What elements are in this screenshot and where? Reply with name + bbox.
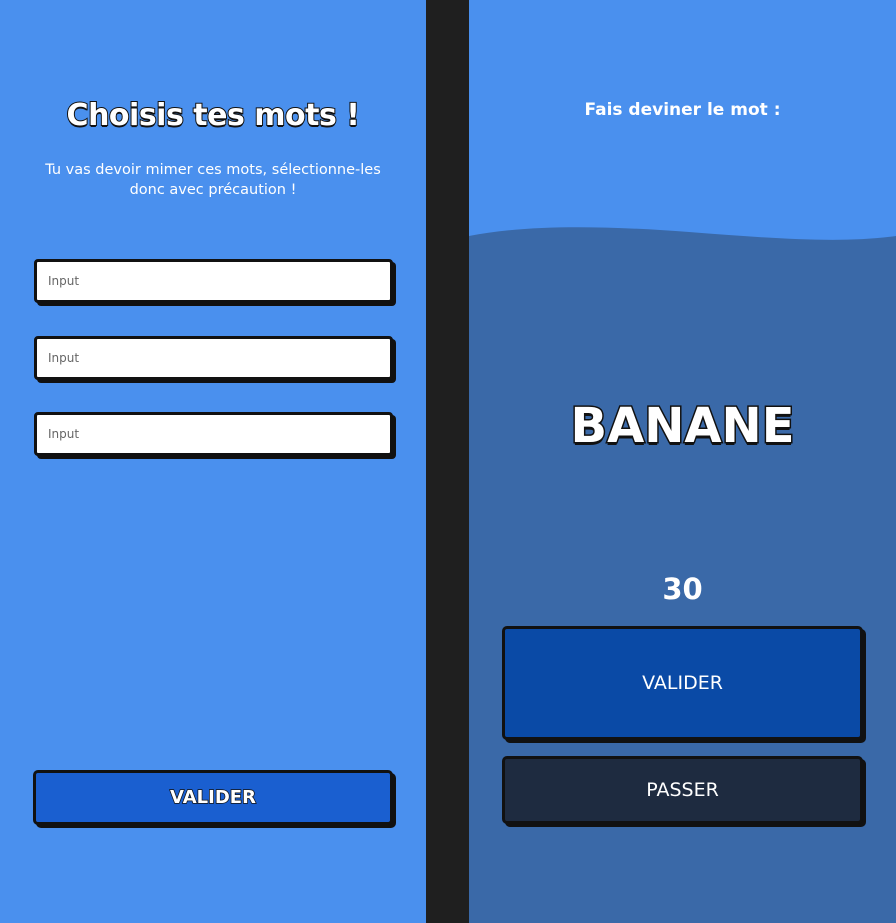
page-title: Choisis tes mots !: [66, 97, 361, 134]
validate-guess-button[interactable]: VALIDER: [502, 626, 863, 740]
word-input-3[interactable]: [34, 412, 393, 456]
page-subtitle: Tu vas devoir mimer ces mots, sélectionn…: [45, 162, 381, 198]
guess-screen: Fais deviner le mot : BANANE 30 VALIDER …: [469, 0, 896, 923]
word-input-1[interactable]: [34, 259, 393, 303]
skip-word-button[interactable]: PASSER: [502, 756, 863, 824]
guess-prompt: Fais deviner le mot :: [584, 100, 781, 120]
word-selection-screen: Choisis tes mots ! Tu vas devoir mimer c…: [0, 0, 426, 923]
word-to-guess: BANANE: [569, 397, 796, 456]
word-input-2[interactable]: [34, 336, 393, 380]
validate-words-label: VALIDER: [169, 786, 256, 809]
skip-word-label: PASSER: [646, 779, 719, 801]
validate-guess-label: VALIDER: [642, 672, 723, 694]
validate-words-button[interactable]: VALIDER: [33, 770, 393, 825]
countdown-timer: 30: [662, 572, 703, 606]
